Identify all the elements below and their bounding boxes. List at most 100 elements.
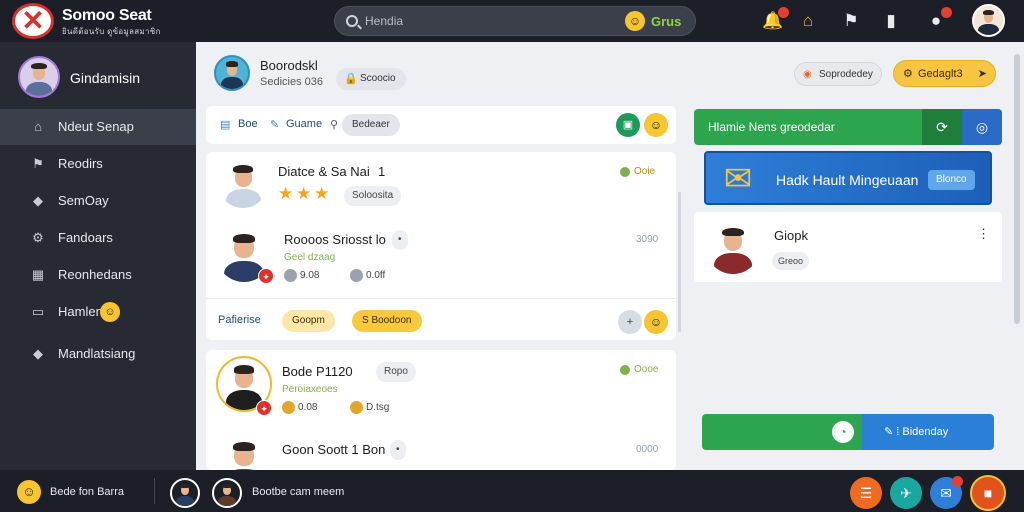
chat-icon: ◔ (832, 421, 854, 443)
post-avatar[interactable] (218, 158, 268, 208)
stat-value: D.tsg (366, 402, 390, 413)
split-button-right[interactable]: ✎ ⁞ Bidenday (862, 414, 994, 450)
smiley-icon[interactable]: ☺ (644, 113, 668, 137)
sidebar-item-tags[interactable]: ◆ SemOay (0, 183, 196, 219)
sidebar-item-label: Fandoars (58, 230, 113, 245)
footer-chip[interactable]: Goopm (282, 310, 335, 332)
split-button-left[interactable]: ◔ (702, 414, 862, 450)
gear-icon: ⚙ (903, 68, 913, 80)
post-avatar[interactable] (216, 434, 272, 470)
smiley-icon[interactable]: ☺ (625, 11, 645, 31)
header-chip[interactable]: 🔒 Scoocio (336, 68, 406, 90)
search-go-button[interactable]: Grus (651, 14, 681, 29)
video-icon[interactable]: ■ (970, 475, 1006, 511)
post-stat: 0.08 (282, 401, 317, 414)
page-scrollbar[interactable] (1014, 54, 1020, 324)
edit-icon[interactable]: ✎ (270, 118, 279, 131)
lock-icon: 🔒 (344, 73, 358, 85)
post-stat: 9.08 (284, 269, 319, 282)
fire-icon: ◉ (803, 69, 812, 80)
window-icon: ▭ (31, 304, 45, 319)
message-dot (952, 476, 963, 487)
post-meta: Geel dzaag (284, 252, 336, 263)
flag-icon[interactable]: ⚑ (840, 10, 862, 32)
smiley-icon[interactable]: ☺ (644, 310, 668, 334)
home-icon[interactable]: ⌂ (797, 10, 819, 32)
more-icon[interactable]: • (390, 440, 406, 460)
share-icon[interactable]: ⟳ (922, 109, 962, 145)
toolbar-label[interactable]: Boe (238, 118, 258, 130)
sidebar-item-grid[interactable]: ▦ Reonhedans (0, 257, 196, 293)
post-status: Ooie (620, 166, 655, 177)
smiley-icon[interactable]: ☺ (17, 480, 41, 504)
post-status: Oooe (620, 364, 658, 375)
list-icon[interactable]: ▤ (220, 118, 230, 131)
settings-icon: ⚙ (32, 230, 44, 245)
announcement-bar[interactable]: Hlamie Nens greodedar ⟳ ◎ (694, 109, 1002, 145)
friend-avatar[interactable] (212, 478, 242, 508)
bottom-label[interactable]: Bede fon Barra (50, 486, 124, 498)
promo-button[interactable]: Blonco (928, 170, 975, 190)
more-icon[interactable]: ⋮ (977, 226, 990, 242)
feed-scrollbar[interactable] (678, 192, 681, 332)
sidebar-item-home[interactable]: ⌂ Ndeut Senap (0, 109, 196, 145)
menu-icon[interactable]: ☰ (850, 477, 882, 509)
promo-banner[interactable]: ✉ Hadk Hault Mingeuaan Blonco (704, 151, 992, 205)
chip-label: Scoocio (360, 73, 396, 84)
sidebar-item-label: Hamlen (58, 304, 103, 319)
bottom-text: Bootbe cam meem (252, 486, 345, 498)
contact-card[interactable]: Giopk Greoo ⋮ (694, 212, 1002, 282)
split-button-label: Bidenday (902, 426, 949, 438)
split-button[interactable]: ◔ ✎ ⁞ Bidenday (702, 414, 994, 450)
flag-icon: ⚑ (32, 156, 44, 171)
sidebar-item-manage[interactable]: ◆ Mandlatsiang (0, 336, 196, 372)
page-title: Boorodskl (260, 58, 318, 73)
stat-value: 0.0ff (366, 270, 386, 281)
user-avatar[interactable] (972, 4, 1005, 37)
contact-name: Giopk (774, 228, 808, 243)
badge-icon: ✦ (258, 268, 274, 284)
search-input[interactable] (365, 13, 565, 29)
badge-icon: ✦ (256, 400, 272, 416)
sidebar-item-settings[interactable]: ⚙ Fandoars (0, 220, 196, 256)
post-stat: 0.0ff (350, 269, 386, 282)
sidebar-item-label: Ndeut Senap (58, 119, 134, 134)
info-icon[interactable]: ◎ (962, 109, 1002, 145)
chat-icon[interactable]: ● (925, 7, 952, 32)
post-tag[interactable]: Soloosita (344, 186, 402, 206)
bell-icon[interactable]: 🔔 (762, 7, 789, 32)
announcement-label: Hlamie Nens greodedar (708, 120, 835, 134)
divider (154, 478, 155, 504)
sidebar-item-label: Reodirs (58, 156, 103, 171)
pin-icon[interactable]: ⚲ (330, 118, 338, 131)
footer-label[interactable]: Pafierise (218, 314, 261, 326)
sidebar-item-reports[interactable]: ⚑ Reodirs (0, 146, 196, 182)
search-bar[interactable]: ☺ Grus (334, 6, 696, 36)
post-title: Bode P1120 (282, 364, 353, 379)
secondary-button[interactable]: ◉ Soprodedey (794, 62, 882, 86)
header-avatar[interactable] (214, 55, 250, 91)
bird-icon[interactable]: ✈ (890, 477, 922, 509)
app-logo[interactable]: ✕ (12, 3, 54, 39)
contact-avatar[interactable] (706, 220, 760, 274)
image-icon[interactable]: ▣ (616, 113, 640, 137)
profile-avatar[interactable] (18, 56, 60, 98)
diamond-icon: ◆ (33, 346, 43, 361)
toolbar-label[interactable]: Guame (286, 118, 322, 130)
notification-dot (778, 7, 789, 18)
star-icon: ★ (296, 184, 312, 203)
coin-icon (350, 269, 363, 282)
more-icon[interactable]: • (392, 230, 408, 250)
chart-icon[interactable]: ▮ (880, 10, 902, 32)
sidebar: Gindamisin ⌂ Ndeut Senap ⚑ Reodirs ◆ Sem… (0, 42, 196, 470)
plus-icon[interactable]: + (618, 310, 642, 334)
friend-avatar[interactable] (170, 478, 200, 508)
primary-button[interactable]: ⚙ Gedaglt3 ➤ (893, 60, 996, 87)
footer-pill[interactable]: S Boodoon (352, 310, 422, 332)
toolbar-chip[interactable]: Bedeaer (342, 114, 400, 136)
envelope-icon: ✉ (723, 160, 753, 198)
sidebar-item-window[interactable]: ▭ Hamlen ☺ (0, 294, 196, 330)
arrow-icon: ➤ (977, 68, 987, 80)
post-tag[interactable]: Ropo (376, 362, 416, 382)
message-icon[interactable]: ✉ (930, 476, 963, 509)
